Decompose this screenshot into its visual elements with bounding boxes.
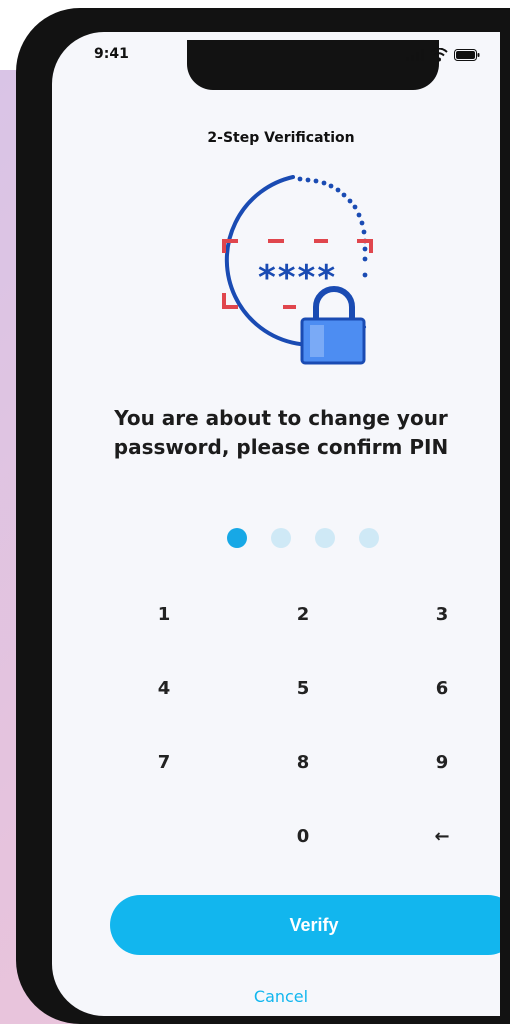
signal-icon bbox=[406, 49, 424, 61]
cancel-link[interactable]: Cancel bbox=[52, 987, 510, 1006]
key-6[interactable]: 6 bbox=[402, 664, 482, 712]
key-3[interactable]: 3 bbox=[402, 590, 482, 638]
verify-button[interactable]: Verify bbox=[110, 895, 510, 955]
pin-dot-filled bbox=[227, 528, 247, 548]
numeric-keypad: 1 2 3 4 5 6 7 8 9 0 ← bbox=[124, 590, 482, 850]
key-8[interactable]: 8 bbox=[263, 738, 343, 786]
pin-dot-empty bbox=[271, 528, 291, 548]
phone-frame: 9:41 2-Step Verification **** You are ab… bbox=[16, 8, 510, 1024]
key-9[interactable]: 9 bbox=[402, 738, 482, 786]
key-0[interactable]: 0 bbox=[263, 812, 343, 860]
notch bbox=[187, 40, 439, 90]
pin-dot-empty bbox=[359, 528, 379, 548]
key-2[interactable]: 2 bbox=[263, 590, 343, 638]
pin-dot-empty bbox=[315, 528, 335, 548]
phone-screen: 9:41 2-Step Verification **** You are ab… bbox=[52, 32, 510, 1016]
confirm-message: You are about to change your password, p… bbox=[113, 406, 449, 459]
backspace-key[interactable]: ← bbox=[402, 812, 482, 860]
page-title: 2-Step Verification bbox=[207, 130, 355, 146]
key-5[interactable]: 5 bbox=[263, 664, 343, 712]
lock-icon bbox=[300, 286, 366, 365]
key-7[interactable]: 7 bbox=[124, 738, 204, 786]
wifi-icon bbox=[430, 48, 448, 62]
key-1[interactable]: 1 bbox=[124, 590, 204, 638]
pin-dots bbox=[227, 528, 379, 548]
key-4[interactable]: 4 bbox=[124, 664, 204, 712]
status-icons bbox=[406, 48, 480, 62]
pin-lock-illustration: **** bbox=[222, 175, 373, 365]
status-time: 9:41 bbox=[94, 46, 129, 62]
battery-icon bbox=[454, 49, 480, 61]
